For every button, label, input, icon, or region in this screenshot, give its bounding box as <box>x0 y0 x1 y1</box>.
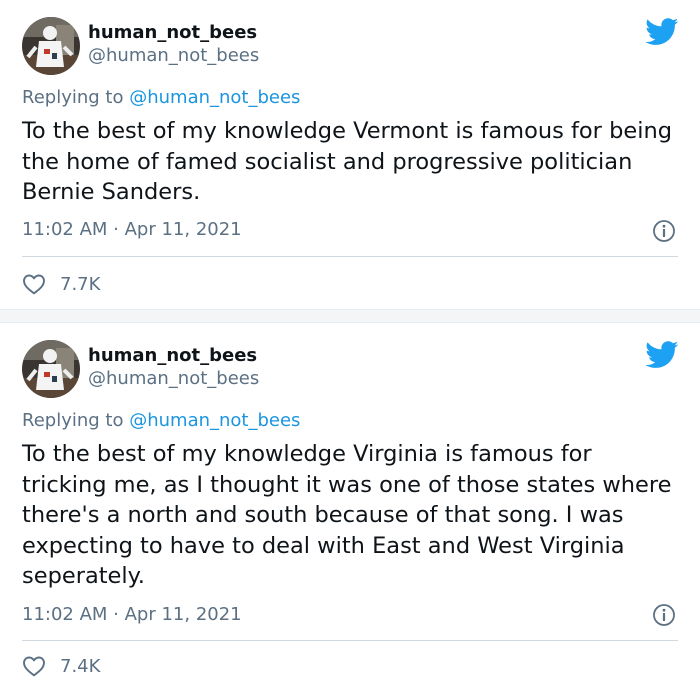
heart-icon[interactable] <box>22 655 46 677</box>
user-handle[interactable]: @human_not_bees <box>88 368 259 389</box>
like-action[interactable]: 7.7K <box>22 273 100 295</box>
tweet-text: To the best of my knowledge Vermont is f… <box>22 118 672 205</box>
like-count: 7.4K <box>60 655 101 677</box>
tweet-card: human_not_bees @human_not_bees Replying … <box>0 0 700 309</box>
reply-mention-link[interactable]: @human_not_bees <box>129 410 300 431</box>
tweet-timestamp[interactable]: 11:02 AM · Apr 11, 2021 <box>22 604 242 625</box>
heart-icon[interactable] <box>22 273 46 295</box>
reply-mention-link[interactable]: @human_not_bees <box>129 87 300 108</box>
display-name[interactable]: human_not_bees <box>88 22 257 43</box>
tweet-card: human_not_bees @human_not_bees Replying … <box>0 323 700 695</box>
avatar[interactable] <box>22 17 80 75</box>
divider <box>22 256 678 257</box>
twitter-bird-icon[interactable] <box>645 341 679 369</box>
info-icon[interactable] <box>652 603 676 627</box>
tweet-separator <box>0 309 700 323</box>
info-icon[interactable] <box>652 219 676 243</box>
user-handle[interactable]: @human_not_bees <box>88 45 259 66</box>
reply-prefix: Replying to <box>22 87 124 108</box>
display-name[interactable]: human_not_bees <box>88 345 257 366</box>
like-action[interactable]: 7.4K <box>22 655 100 677</box>
avatar[interactable] <box>22 340 80 398</box>
like-count: 7.7K <box>60 273 101 295</box>
reply-prefix: Replying to <box>22 410 124 431</box>
tweet-text: To the best of my knowledge Virginia is … <box>22 441 672 589</box>
divider <box>22 640 678 641</box>
tweet-timestamp[interactable]: 11:02 AM · Apr 11, 2021 <box>22 219 242 240</box>
twitter-bird-icon[interactable] <box>645 18 679 46</box>
reply-context: Replying to @human_not_bees <box>22 410 300 431</box>
reply-context: Replying to @human_not_bees <box>22 87 300 108</box>
